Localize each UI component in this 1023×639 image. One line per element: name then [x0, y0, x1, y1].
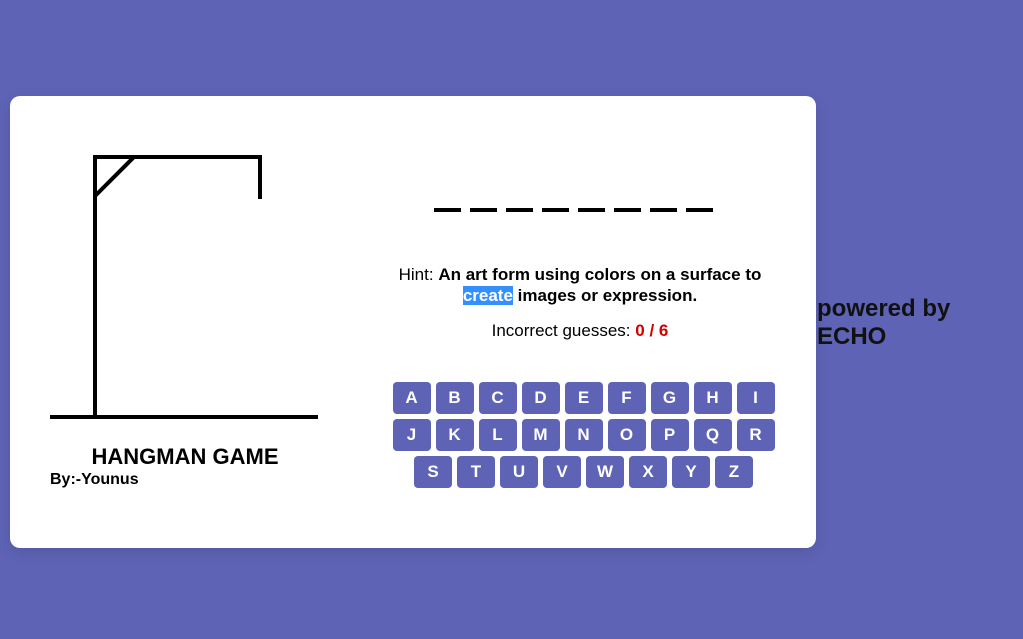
- key-n-button[interactable]: N: [564, 419, 603, 451]
- key-f-button[interactable]: F: [607, 382, 646, 414]
- key-b-button[interactable]: B: [435, 382, 474, 414]
- key-u-button[interactable]: U: [500, 456, 538, 488]
- letter-blank: _: [470, 208, 497, 212]
- key-c-button[interactable]: C: [478, 382, 517, 414]
- letter-blank: _: [578, 208, 605, 212]
- game-title: HANGMAN GAME: [91, 444, 279, 469]
- letter-blank: _: [650, 208, 677, 212]
- letter-blank: _: [614, 208, 641, 212]
- hint-selected-word: create: [462, 286, 513, 305]
- incorrect-guesses: Incorrect guesses: 0 / 6: [390, 321, 770, 341]
- key-e-button[interactable]: E: [564, 382, 603, 414]
- letter-blank: _: [542, 208, 569, 212]
- letter-blank: _: [506, 208, 533, 212]
- key-p-button[interactable]: P: [650, 419, 689, 451]
- key-x-button[interactable]: X: [629, 456, 667, 488]
- key-k-button[interactable]: K: [435, 419, 474, 451]
- powered-by-text: powered by: [817, 295, 951, 322]
- key-m-button[interactable]: M: [521, 419, 560, 451]
- hint-text-before: An art form using colors on a surface to: [438, 265, 762, 284]
- hint-label: Hint:: [398, 265, 434, 284]
- hint-text: Hint: An art form using colors on a surf…: [390, 264, 770, 306]
- gallows-brace: [93, 155, 136, 198]
- key-w-button[interactable]: W: [586, 456, 624, 488]
- key-a-button[interactable]: A: [392, 382, 431, 414]
- key-q-button[interactable]: Q: [693, 419, 732, 451]
- key-r-button[interactable]: R: [736, 419, 775, 451]
- key-j-button[interactable]: J: [392, 419, 431, 451]
- letter-blank: _: [434, 208, 461, 212]
- powered-by-label: powered by ECHO: [817, 295, 950, 351]
- key-h-button[interactable]: H: [693, 382, 732, 414]
- word-display: _ _ _ _ _ _ _ _: [434, 208, 713, 212]
- incorrect-count: 0 / 6: [635, 321, 669, 340]
- hint-text-after: images or expression.: [517, 286, 698, 305]
- game-card: HANGMAN GAME By:-Younus _ _ _ _ _ _ _ _ Hint: A…: [10, 96, 816, 548]
- letter-keyboard: ABCDEFGHI JKLMNOPQR STUVWXYZ: [392, 382, 775, 488]
- key-z-button[interactable]: Z: [715, 456, 753, 488]
- author-credit: By:-Younus: [50, 471, 139, 488]
- key-s-button[interactable]: S: [414, 456, 452, 488]
- key-t-button[interactable]: T: [457, 456, 495, 488]
- incorrect-label: Incorrect guesses:: [491, 321, 631, 340]
- key-l-button[interactable]: L: [478, 419, 517, 451]
- brand-name: ECHO: [817, 323, 887, 350]
- key-v-button[interactable]: V: [543, 456, 581, 488]
- key-d-button[interactable]: D: [521, 382, 560, 414]
- letter-blank: _: [686, 208, 713, 212]
- key-y-button[interactable]: Y: [672, 456, 710, 488]
- key-g-button[interactable]: G: [650, 382, 689, 414]
- gallows-icon: [50, 155, 318, 419]
- key-i-button[interactable]: I: [736, 382, 775, 414]
- key-o-button[interactable]: O: [607, 419, 646, 451]
